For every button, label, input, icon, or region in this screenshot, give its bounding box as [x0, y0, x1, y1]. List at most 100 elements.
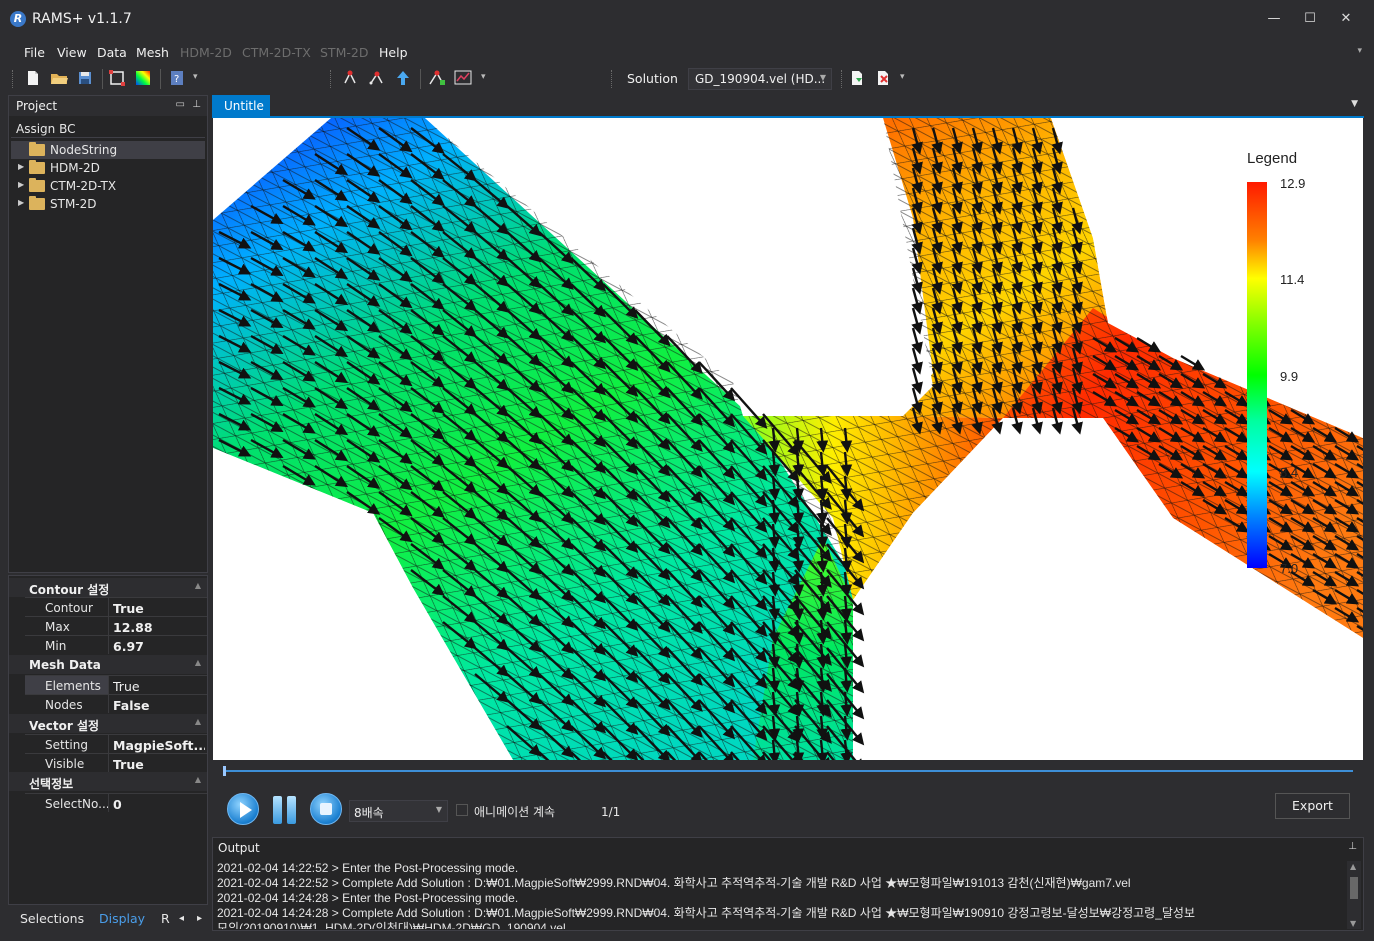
- scroll-thumb[interactable]: [1350, 877, 1358, 899]
- save-icon[interactable]: [76, 69, 94, 87]
- tab-next-icon[interactable]: ▸: [197, 913, 202, 924]
- output-scrollbar[interactable]: ▲ ▼: [1347, 861, 1361, 929]
- prop-row-nodes[interactable]: Nodes False: [25, 694, 207, 713]
- toolbar-separator: [420, 69, 421, 89]
- help-book-icon[interactable]: ?: [168, 69, 186, 87]
- legend-value: 7.0: [1280, 561, 1299, 576]
- tree-item-nodestring[interactable]: NodeString: [11, 141, 205, 159]
- menu-hdm2d[interactable]: HDM-2D: [180, 45, 232, 60]
- category-contour[interactable]: Contour 설정 ▲: [9, 578, 207, 597]
- minimize-button[interactable]: —: [1256, 6, 1292, 32]
- export-button[interactable]: Export: [1275, 793, 1350, 819]
- category-vector[interactable]: Vector 설정 ▲: [9, 714, 207, 733]
- playback-controls: 8배속 ▼ 애니메이션 계속 1/1 Export: [213, 760, 1363, 832]
- pin-icon[interactable]: ⊥: [192, 99, 201, 110]
- prop-value[interactable]: 0: [113, 797, 205, 812]
- menu-view[interactable]: View: [57, 45, 87, 60]
- color-map-icon[interactable]: [134, 69, 152, 87]
- open-folder-icon[interactable]: [50, 69, 68, 87]
- export-doc-icon[interactable]: [848, 69, 866, 87]
- arrow-up-icon[interactable]: [394, 69, 412, 87]
- prop-value[interactable]: 6.97: [113, 639, 205, 654]
- expand-arrow-icon[interactable]: ▶: [18, 198, 24, 207]
- toolbar-grip[interactable]: [330, 70, 333, 88]
- toolbar-grip[interactable]: [12, 70, 15, 88]
- toolbar-grip[interactable]: [611, 70, 614, 88]
- assign-bc-header[interactable]: Assign BC: [11, 118, 205, 138]
- menu-mesh[interactable]: Mesh: [136, 45, 169, 60]
- menu-overflow-icon[interactable]: ▾: [1357, 46, 1362, 56]
- chart-icon[interactable]: [454, 69, 472, 87]
- tree-item-hdm2d[interactable]: ▶ HDM-2D: [11, 159, 205, 177]
- node-tool-icon[interactable]: [342, 69, 360, 87]
- window-icon[interactable]: ▭: [176, 99, 185, 110]
- menu-file[interactable]: File: [24, 45, 45, 60]
- prop-value[interactable]: True: [113, 679, 205, 694]
- tree-item-stm2d[interactable]: ▶ STM-2D: [11, 195, 205, 213]
- menu-stm2d[interactable]: STM-2D: [320, 45, 368, 60]
- category-selection-info[interactable]: 선택정보 ▲: [9, 772, 207, 791]
- prop-row-elements[interactable]: Elements True: [25, 675, 207, 694]
- toolbar-overflow-icon[interactable]: ▾: [193, 72, 198, 82]
- prop-row-contour[interactable]: Contour True: [25, 597, 207, 616]
- legend-title: Legend: [1247, 150, 1298, 167]
- folder-icon: [29, 160, 45, 174]
- expand-arrow-icon[interactable]: ▶: [18, 162, 24, 171]
- node-select-icon[interactable]: [368, 69, 386, 87]
- timeline-thumb[interactable]: [223, 766, 226, 776]
- prop-row-setting[interactable]: Setting MagpieSoft...: [25, 734, 207, 753]
- toolbar-overflow-icon[interactable]: ▾: [900, 72, 905, 82]
- prop-row-visible[interactable]: Visible True: [25, 753, 207, 772]
- prop-value[interactable]: True: [113, 757, 205, 772]
- collapse-icon[interactable]: ▲: [195, 717, 201, 726]
- menu-data[interactable]: Data: [97, 45, 127, 60]
- output-log[interactable]: 2021-02-04 14:22:52 > Enter the Post-Pro…: [217, 861, 1345, 929]
- tab-selections[interactable]: Selections: [20, 911, 84, 926]
- pin-icon[interactable]: ⊥: [1348, 841, 1357, 852]
- toolbar-grip[interactable]: [841, 70, 844, 88]
- close-button[interactable]: ✕: [1328, 6, 1364, 32]
- expand-arrow-icon[interactable]: ▶: [18, 180, 24, 189]
- prop-value[interactable]: False: [113, 698, 205, 713]
- new-file-icon[interactable]: [24, 69, 42, 87]
- delete-doc-icon[interactable]: [874, 69, 892, 87]
- tab-prev-icon[interactable]: ◂: [179, 913, 184, 924]
- prop-name: Elements: [25, 676, 109, 694]
- tab-display[interactable]: Display: [99, 911, 145, 926]
- collapse-icon[interactable]: ▲: [195, 581, 201, 590]
- toolbar-overflow-icon[interactable]: ▾: [481, 72, 486, 82]
- vector-tool-icon[interactable]: [428, 69, 446, 87]
- scroll-down-icon[interactable]: ▼: [1350, 919, 1356, 928]
- collapse-icon[interactable]: ▲: [195, 775, 201, 784]
- prop-row-selectno[interactable]: SelectNo... 0: [25, 793, 207, 812]
- category-label: 선택정보: [29, 777, 74, 791]
- prop-row-min[interactable]: Min 6.97: [25, 635, 207, 654]
- chevron-down-icon: ▼: [435, 805, 442, 814]
- timeline-track[interactable]: [223, 770, 1353, 772]
- stop-button[interactable]: [310, 793, 342, 825]
- pause-button[interactable]: [273, 796, 299, 824]
- prop-value[interactable]: 12.88: [113, 620, 205, 635]
- mesh-viewport[interactable]: Legend 12.9 11.4 9.9 8.4 7.0: [213, 118, 1363, 760]
- animation-loop-checkbox[interactable]: [456, 804, 468, 816]
- tree-item-ctm2dtx[interactable]: ▶ CTM-2D-TX: [11, 177, 205, 195]
- solution-label: Solution: [627, 71, 678, 86]
- scroll-up-icon[interactable]: ▲: [1350, 862, 1356, 871]
- menu-help[interactable]: Help: [379, 45, 408, 60]
- tab-r[interactable]: R: [161, 911, 170, 926]
- tab-menu-icon[interactable]: ▼: [1351, 99, 1358, 109]
- solution-dropdown[interactable]: GD_190904.vel (HD... ▼: [688, 68, 832, 90]
- maximize-button[interactable]: ☐: [1292, 6, 1328, 32]
- fit-extent-icon[interactable]: [108, 69, 126, 87]
- speed-dropdown[interactable]: 8배속 ▼: [349, 800, 448, 822]
- tree-item-label: NodeString: [50, 143, 118, 157]
- prop-value[interactable]: True: [113, 601, 205, 616]
- menu-ctm2dtx[interactable]: CTM-2D-TX: [242, 45, 311, 60]
- prop-value[interactable]: MagpieSoft...: [113, 738, 205, 753]
- category-mesh-data[interactable]: Mesh Data ▲: [9, 655, 207, 674]
- tab-untitle[interactable]: Untitle: [212, 95, 270, 117]
- mesh-visualization[interactable]: [213, 118, 1363, 760]
- collapse-icon[interactable]: ▲: [195, 658, 201, 667]
- prop-row-max[interactable]: Max 12.88: [25, 616, 207, 635]
- play-button[interactable]: [227, 793, 259, 825]
